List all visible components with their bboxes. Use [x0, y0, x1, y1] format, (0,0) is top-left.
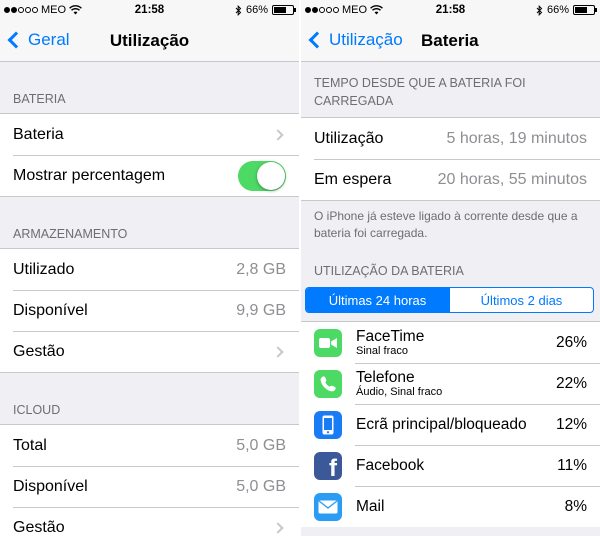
section-header-time-since-charge: TEMPO DESDE QUE A BATERIA FOI CARREGADA	[314, 76, 526, 108]
charging-footnote: O iPhone já esteve ligado à corrente des…	[314, 209, 578, 240]
status-bar: MEO 21:58 66%	[0, 0, 299, 20]
standby-time-row: Em espera 20 horas, 55 minutos	[301, 159, 600, 200]
icloud-total-row: Total 5,0 GB	[0, 425, 299, 466]
battery-row-label: Bateria	[13, 125, 64, 143]
bluetooth-icon	[536, 4, 543, 16]
storage-used-row: Utilizado 2,8 GB	[0, 249, 299, 290]
mail-icon	[314, 492, 342, 521]
app-info: Facebook	[356, 457, 557, 474]
phone-icon	[314, 369, 342, 398]
chevron-right-icon	[272, 521, 284, 534]
home-screen-icon	[314, 410, 342, 439]
app-name: Mail	[356, 498, 385, 515]
storage-manage-label: Gestão	[13, 342, 65, 360]
segment-last-24-hours[interactable]: Últimas 24 horas	[306, 288, 449, 312]
facebook-icon: f	[314, 451, 342, 480]
status-bar: MEO 21:58 66%	[301, 0, 600, 20]
status-right: 66%	[235, 4, 296, 16]
toggle-knob	[257, 161, 285, 190]
icloud-manage-row[interactable]: Gestão	[0, 507, 299, 536]
battery-screen: MEO 21:58 66% Utilização Bateria TEMPO D…	[301, 0, 600, 536]
list-item: FaceTime Sinal fraco 26%	[301, 322, 600, 363]
section-header-battery-usage: UTILIZAÇÃO DA BATERIA	[314, 264, 464, 278]
icloud-group: Total 5,0 GB Disponível 5,0 GB Gestão	[0, 424, 299, 536]
app-info: Telefone Áudio, Sinal fraco	[356, 369, 556, 399]
battery-group: Bateria Mostrar percentagem	[0, 113, 299, 197]
storage-available-label: Disponível	[13, 301, 88, 319]
app-name: Facebook	[356, 457, 425, 474]
battery-row[interactable]: Bateria	[0, 114, 299, 155]
show-percentage-label: Mostrar percentagem	[13, 166, 166, 184]
back-label: Geral	[28, 30, 70, 49]
app-percentage: 12%	[555, 415, 587, 433]
icloud-total-value: 5,0 GB	[236, 436, 286, 454]
battery-percent: 66%	[245, 4, 268, 16]
storage-available-row: Disponível 9,9 GB	[0, 290, 299, 331]
battery-icon	[272, 5, 296, 15]
nav-bar: Utilização Bateria	[301, 20, 600, 62]
page-title: Bateria	[421, 31, 479, 50]
app-info: FaceTime Sinal fraco	[356, 328, 556, 358]
app-name: FaceTime	[356, 327, 425, 345]
nav-bar: Geral Utilização	[0, 20, 299, 62]
facetime-icon	[314, 328, 342, 357]
app-name: Ecrã principal/bloqueado	[356, 416, 527, 433]
icloud-total-label: Total	[13, 436, 47, 454]
app-percentage: 22%	[555, 374, 587, 392]
app-name: Telefone	[356, 368, 415, 386]
time-group: Utilização 5 horas, 19 minutos Em espera…	[301, 117, 600, 201]
chevron-left-icon	[7, 31, 25, 49]
segment-last-2-days[interactable]: Últimos 2 dias	[449, 288, 593, 312]
storage-used-value: 2,8 GB	[236, 260, 286, 278]
icloud-available-row: Disponível 5,0 GB	[0, 466, 299, 507]
app-percentage: 26%	[555, 333, 587, 351]
section-header-icloud: ICLOUD	[13, 403, 61, 417]
app-percentage: 11%	[557, 456, 587, 474]
standby-time-value: 20 horas, 55 minutos	[437, 170, 587, 188]
chevron-left-icon	[308, 31, 326, 49]
list-item: Ecrã principal/bloqueado 12%	[301, 404, 600, 445]
back-label: Utilização	[329, 30, 403, 49]
icloud-manage-label: Gestão	[13, 518, 65, 536]
battery-percent: 66%	[546, 4, 569, 16]
section-header-bateria: BATERIA	[13, 92, 66, 106]
storage-available-value: 9,9 GB	[236, 301, 286, 319]
standby-time-label: Em espera	[314, 170, 392, 188]
storage-manage-row[interactable]: Gestão	[0, 331, 299, 372]
icloud-available-value: 5,0 GB	[236, 477, 286, 495]
list-item: f Facebook 11%	[301, 445, 600, 486]
storage-used-label: Utilizado	[13, 260, 75, 278]
time-range-segmented-control: Últimas 24 horas Últimos 2 dias	[305, 287, 594, 313]
usage-screen: MEO 21:58 66% Geral Utilização BATERIA B…	[0, 0, 299, 536]
storage-group: Utilizado 2,8 GB Disponível 9,9 GB Gestã…	[0, 248, 299, 373]
bluetooth-icon	[235, 4, 242, 16]
app-info: Mail	[356, 498, 565, 515]
battery-icon	[573, 5, 597, 15]
usage-time-row: Utilização 5 horas, 19 minutos	[301, 118, 600, 159]
icloud-available-label: Disponível	[13, 477, 88, 495]
usage-time-label: Utilização	[314, 129, 384, 147]
show-percentage-toggle[interactable]	[238, 160, 286, 191]
status-right: 66%	[536, 4, 597, 16]
app-detail: Áudio, Sinal fraco	[356, 385, 443, 398]
list-item: Mail 8%	[301, 486, 600, 527]
app-info: Ecrã principal/bloqueado	[356, 416, 556, 433]
show-percentage-row: Mostrar percentagem	[0, 155, 299, 196]
list-item: Telefone Áudio, Sinal fraco 22%	[301, 363, 600, 404]
app-detail: Sinal fraco	[356, 344, 408, 357]
app-percentage: 8%	[564, 497, 587, 515]
back-button-utilizacao[interactable]: Utilização	[307, 30, 403, 50]
section-header-storage: ARMAZENAMENTO	[13, 227, 128, 241]
chevron-right-icon	[272, 345, 284, 358]
chevron-right-icon	[272, 128, 284, 141]
app-usage-list: FaceTime Sinal fraco 26% Telefone Áudio,…	[301, 321, 600, 527]
usage-time-value: 5 horas, 19 minutos	[446, 129, 587, 147]
back-button-geral[interactable]: Geral	[6, 30, 70, 50]
